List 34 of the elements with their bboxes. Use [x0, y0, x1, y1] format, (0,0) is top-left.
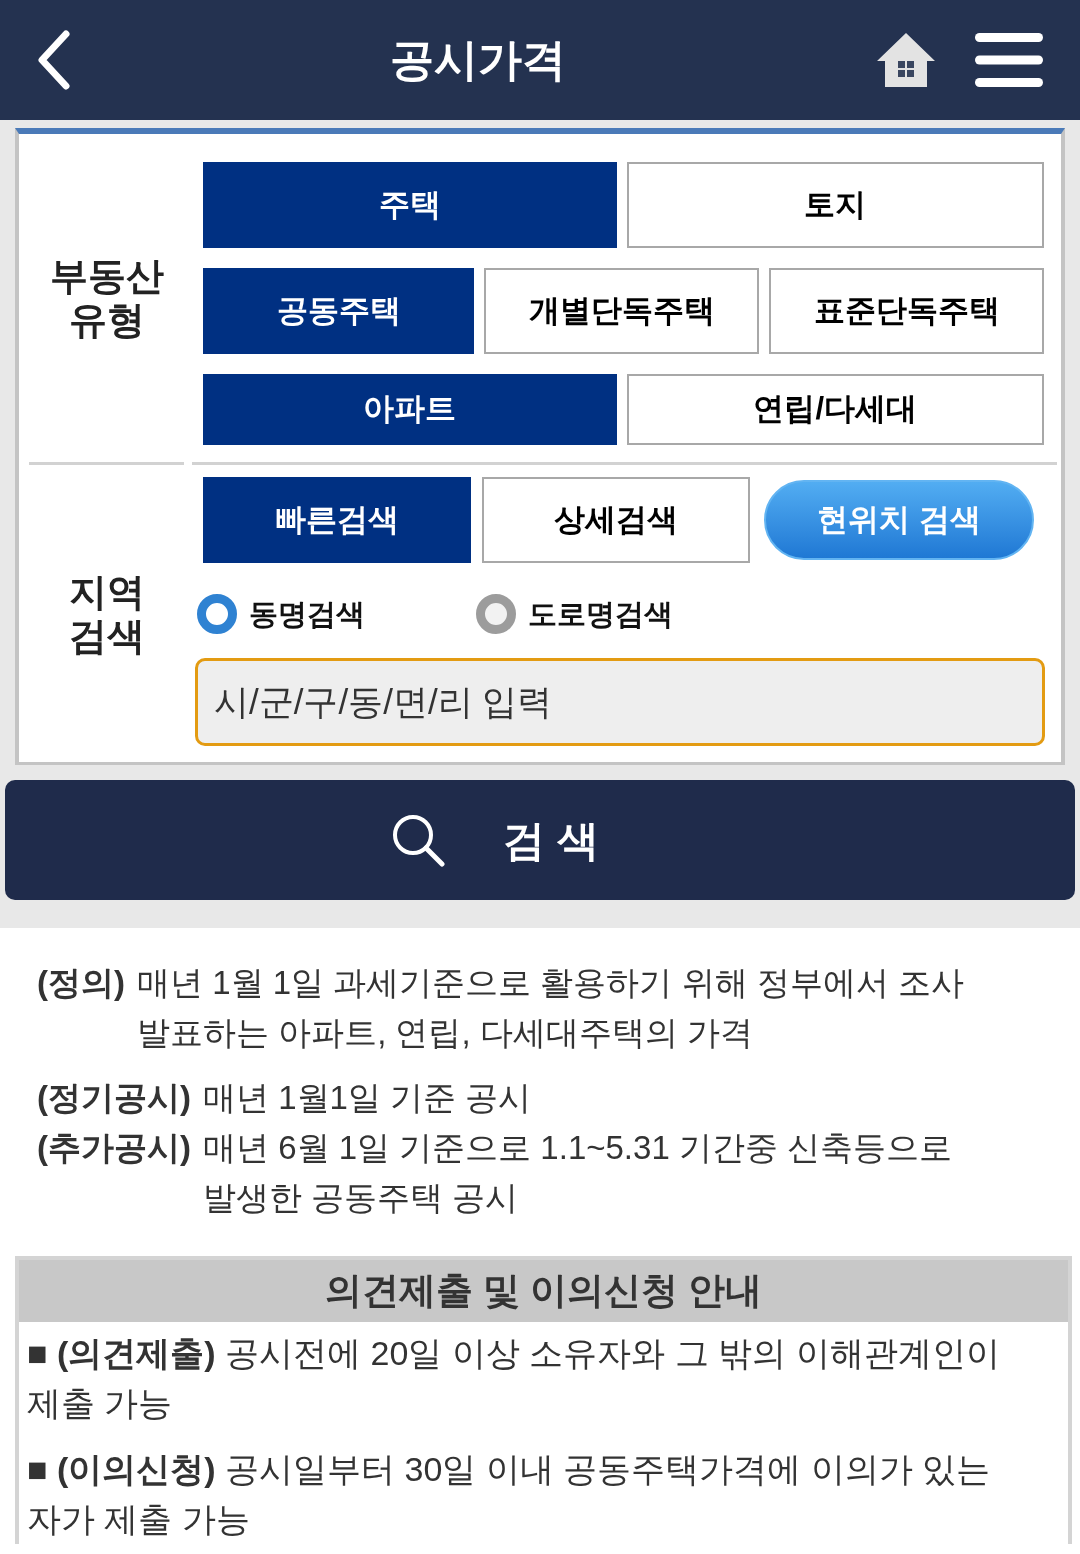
notice-title: 의견제출 및 이의신청 안내 — [324, 1269, 763, 1314]
definition-term: (추가공시) — [37, 1128, 191, 1168]
option-tab[interactable]: 토지 — [626, 162, 1044, 248]
menu-button[interactable] — [975, 33, 1043, 87]
option-tab[interactable]: 상세검색 — [482, 477, 750, 563]
definition-text: 매년 1월1일 기준 공시 — [203, 1078, 533, 1118]
option-tab[interactable]: 빠른검색 — [203, 477, 471, 563]
notice-text: ■ (의견제출) 공시전에 20일 이상 소유자와 그 밖의 이해관계인이 제출 가능 — [27, 1333, 1001, 1424]
radio-option[interactable]: 도로명검색 — [476, 594, 673, 634]
option-tab[interactable]: 아파트 — [203, 374, 617, 445]
back-button[interactable] — [35, 30, 71, 90]
radio-option[interactable]: 동명검색 — [197, 594, 476, 634]
search-button[interactable]: 검 색 — [5, 780, 1075, 900]
page-title: 공시가격 — [389, 38, 566, 82]
notice-text: ■ (이의신청) 공시일부터 30일 이내 공동주택가격에 이의가 있는 자가 제출 가능 — [27, 1449, 992, 1540]
option-tab[interactable]: 공동주택 — [203, 268, 474, 354]
radio-icon[interactable] — [197, 594, 237, 634]
definition-term: (정의) — [37, 963, 125, 1003]
option-tab[interactable]: 연립/다세대 — [626, 374, 1044, 445]
option-tab[interactable]: 주택 — [203, 162, 617, 248]
menu-icon — [975, 33, 1043, 87]
definition-term: (정기공시) — [37, 1078, 191, 1118]
definition-text: 매년 6월 1일 기준으로 1.1~5.31 기간중 신축등으로 발생한 공동주택 공시 — [203, 1128, 954, 1218]
search-icon — [391, 813, 446, 867]
section-label: 지역 검색 — [67, 569, 146, 658]
option-tab[interactable]: 표준단독주택 — [769, 268, 1044, 354]
region-input-field[interactable]: 시/군/구/동/면/리 입력 — [195, 658, 1045, 746]
back-chevron-icon — [35, 30, 71, 90]
section-label: 부동산 유형 — [48, 254, 165, 342]
home-icon — [875, 31, 937, 89]
radio-icon[interactable] — [476, 594, 516, 634]
definition-text: 매년 1월 1일 과세기준으로 활용하기 위해 정부에서 조사 발표하는 아파트, 연립, 다세대주택의 가격 — [137, 963, 965, 1053]
option-tab[interactable]: 개별단독주택 — [484, 268, 759, 354]
home-button[interactable] — [875, 31, 937, 89]
